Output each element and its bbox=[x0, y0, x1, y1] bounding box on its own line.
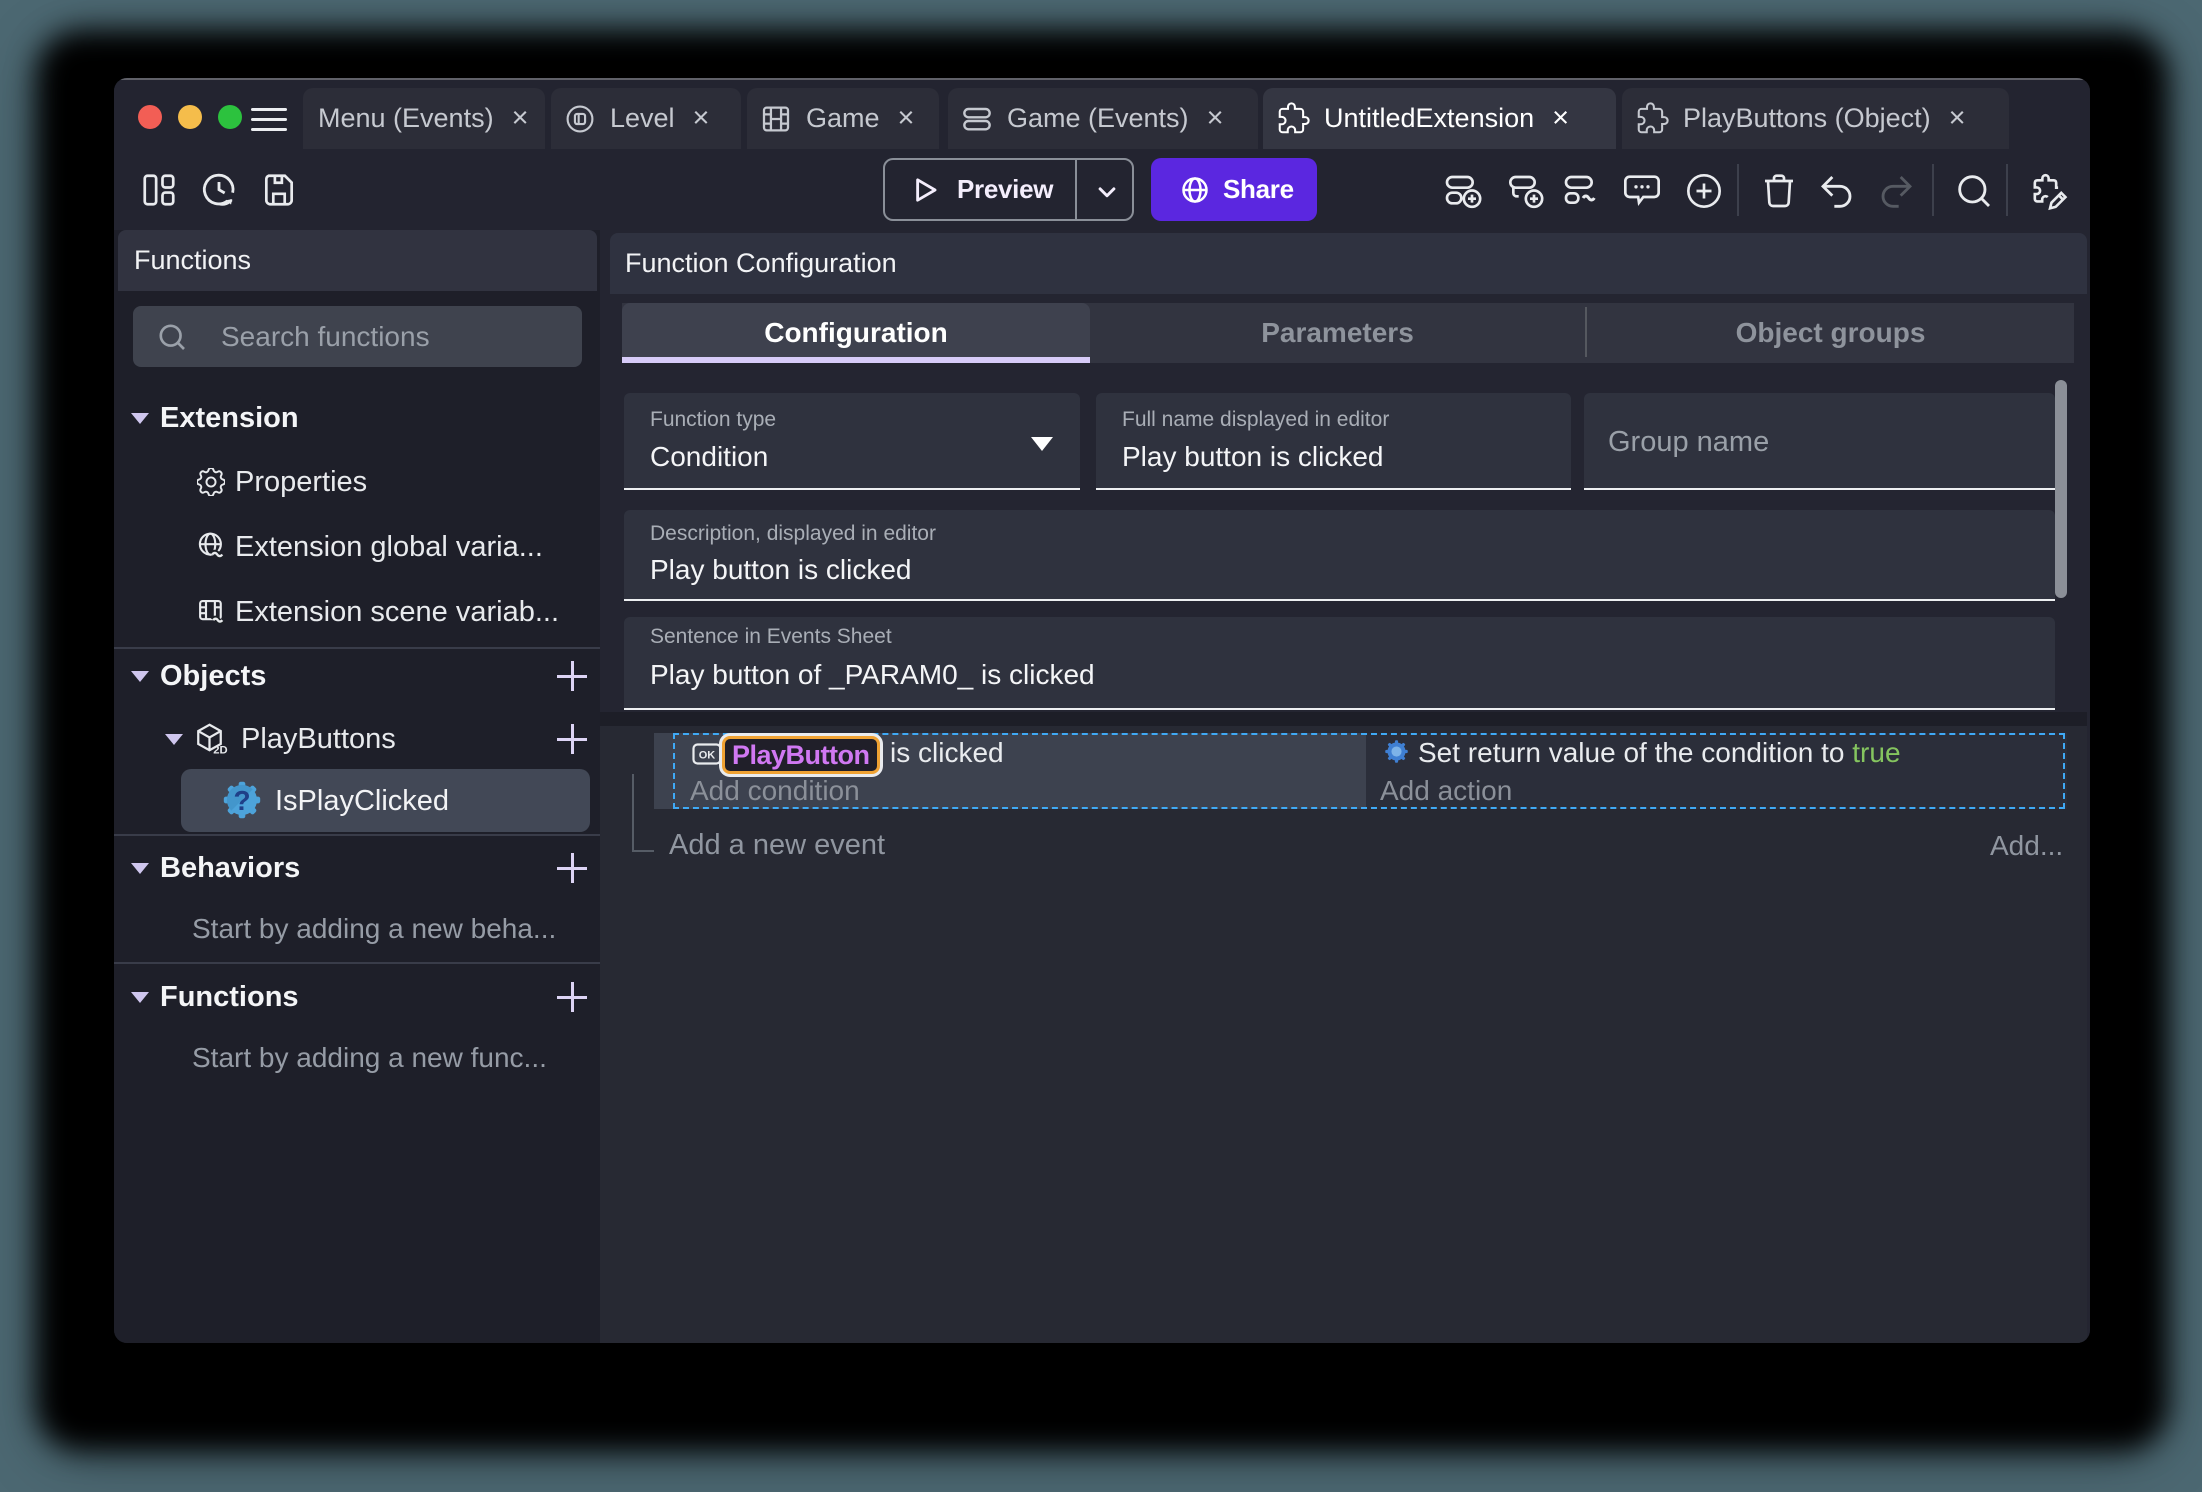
svg-text:?: ? bbox=[233, 785, 250, 816]
svg-text:OK: OK bbox=[699, 750, 716, 762]
svg-text:2D: 2D bbox=[213, 744, 227, 756]
